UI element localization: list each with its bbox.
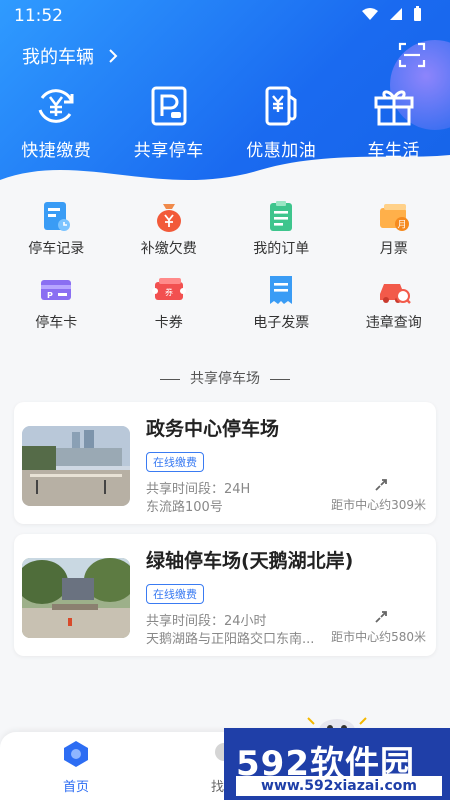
service-label: 电子发票: [253, 315, 310, 331]
nav-home-label: 首页: [62, 780, 89, 795]
status-time: 11:52: [14, 6, 63, 26]
svg-text:月: 月: [397, 220, 406, 231]
gift-icon: [374, 90, 414, 126]
wifi-icon: [362, 8, 378, 20]
parking-lot-hours: 共享时间段：24小时: [146, 614, 267, 629]
parking-lot-distance: 距市中心约580米: [331, 630, 426, 644]
section-title-text: 共享停车场: [190, 371, 260, 387]
service-label: 停车卡: [35, 315, 78, 331]
coupon-icon: 券: [151, 278, 186, 300]
home-hexagon-icon: [64, 741, 88, 767]
service-label: 补缴欠费: [140, 241, 197, 257]
order-clipboard-icon: [270, 201, 293, 231]
top-bar: 我的车辆: [0, 38, 450, 74]
parking-record-icon: [44, 202, 71, 231]
nav-home-tab[interactable]: 首页: [48, 740, 104, 795]
divider: [159, 378, 180, 380]
parking-lot-address: 东流路100号: [146, 500, 223, 515]
parking-lot-photo: [22, 558, 130, 638]
yuan-refresh-icon: [38, 89, 74, 123]
service-parking-record[interactable]: 停车记录: [0, 198, 113, 258]
money-bag-icon: [156, 204, 181, 232]
service-parking-card[interactable]: P 停车卡: [0, 272, 113, 332]
my-vehicle-label: 我的车辆: [22, 47, 94, 68]
scan-icon[interactable]: [398, 41, 426, 69]
service-pay-arrears[interactable]: 补缴欠费: [113, 198, 226, 258]
invoice-icon: [270, 276, 293, 304]
parking-lot-distance: 距市中心约309米: [331, 498, 426, 512]
service-my-orders[interactable]: 我的订单: [225, 198, 338, 258]
quick-pay-button[interactable]: 快捷缴费: [0, 82, 113, 161]
service-e-invoice[interactable]: 电子发票: [225, 272, 338, 332]
service-label: 卡券: [154, 315, 183, 331]
divider: [270, 378, 291, 380]
service-coupons[interactable]: 券 卡券: [113, 272, 226, 332]
shared-parking-label: 共享停车: [133, 141, 204, 161]
status-bar: 11:52: [0, 0, 450, 32]
svg-text:券: 券: [165, 287, 173, 297]
watermark-url: www.592xiazai.com: [236, 776, 442, 796]
navigate-icon[interactable]: [374, 478, 388, 492]
parking-lot-card[interactable]: 绿轴停车场(天鹅湖北岸) 在线缴费 共享时间段：24小时 天鹅湖路与正阳路交口东…: [14, 534, 436, 656]
signal-icon: [390, 8, 402, 20]
parking-lot-address: 天鹅湖路与正阳路交口东南...: [146, 632, 315, 647]
service-violation-query[interactable]: 违章查询: [338, 272, 450, 332]
car-life-button[interactable]: 车生活: [338, 82, 450, 161]
status-icons: [361, 6, 422, 22]
service-label: 我的订单: [253, 241, 310, 257]
online-pay-badge: 在线缴费: [146, 584, 204, 604]
service-label: 月票: [379, 241, 408, 257]
online-pay-badge: 在线缴费: [146, 452, 204, 472]
services-grid: 停车记录 补缴欠费 我的订单 月 月票 P 停车卡 券 卡券 电子发票 违章查询: [0, 198, 450, 332]
quick-pay-label: 快捷缴费: [21, 141, 92, 161]
parking-lot-name: 政务中心停车场: [146, 418, 280, 440]
service-label: 停车记录: [28, 241, 85, 257]
fuel-discount-button[interactable]: 优惠加油: [225, 82, 338, 161]
my-vehicle-link[interactable]: 我的车辆: [22, 43, 118, 69]
battery-icon: [414, 6, 421, 21]
parking-icon: [151, 86, 187, 126]
fuel-pump-icon: [265, 86, 297, 126]
chevron-right-icon: [109, 49, 118, 63]
violation-query-icon: [379, 284, 411, 304]
service-monthly-ticket[interactable]: 月 月票: [338, 198, 450, 258]
header-banner: 11:52 我的车辆 快捷缴费 共享停车 优惠加油 车生活: [0, 0, 450, 215]
svg-text:P: P: [47, 291, 53, 300]
parking-lot-name: 绿轴停车场(天鹅湖北岸): [146, 550, 354, 572]
parking-lot-card[interactable]: 政务中心停车场 在线缴费 共享时间段：24H 东流路100号 距市中心约309米: [14, 402, 436, 524]
quick-actions: 快捷缴费 共享停车 优惠加油 车生活: [0, 82, 450, 161]
watermark-logo: 592软件园 www.592xiazai.com: [224, 728, 450, 800]
parking-card-icon: P: [41, 280, 72, 300]
navigate-icon[interactable]: [374, 610, 388, 624]
shared-parking-button[interactable]: 共享停车: [113, 82, 226, 161]
service-label: 违章查询: [365, 315, 422, 331]
fuel-discount-label: 优惠加油: [246, 141, 317, 161]
monthly-ticket-icon: 月: [379, 204, 409, 231]
car-life-label: 车生活: [367, 141, 420, 161]
section-title: 共享停车场: [0, 368, 450, 388]
parking-lot-hours: 共享时间段：24H: [146, 482, 251, 497]
parking-lot-photo: [22, 426, 130, 506]
